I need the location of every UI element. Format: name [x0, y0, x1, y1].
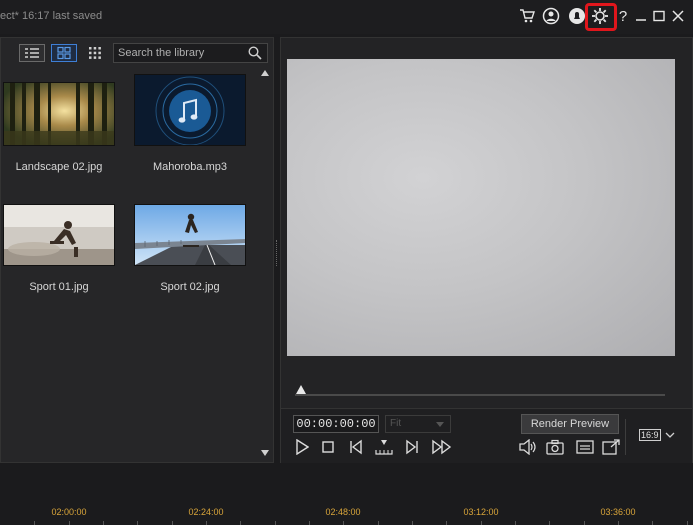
- tick-mark: [172, 521, 173, 525]
- account-icon[interactable]: [541, 6, 561, 26]
- scrubber-handle[interactable]: [296, 385, 306, 394]
- tick-mark: [446, 521, 447, 525]
- render-preview-button[interactable]: Render Preview: [521, 414, 619, 434]
- tick-mark: [412, 521, 413, 525]
- project-title: ect* 16:17 last saved: [0, 10, 103, 22]
- tick-mark: [652, 521, 653, 525]
- media-library-panel: Landscape 02.jpg Mahoroba.mp3 Sport 01.j…: [0, 37, 274, 463]
- previous-frame-icon[interactable]: [347, 438, 365, 456]
- timeline-tick-label: 02:00:00: [51, 507, 87, 517]
- aspect-ratio-label: 16:9: [641, 430, 659, 440]
- chevron-down-icon: [436, 422, 444, 427]
- tick-mark: [309, 521, 310, 525]
- tick-mark: [481, 521, 482, 525]
- tick-mark: [618, 521, 619, 525]
- preview-canvas: [287, 59, 675, 356]
- preview-panel: 00:00:00:00 Fit Render Preview 16:9: [280, 37, 693, 463]
- list-view-button[interactable]: [19, 44, 45, 62]
- tick-mark: [69, 521, 70, 525]
- aspect-ratio-chevron-icon[interactable]: [665, 429, 675, 443]
- tick-mark: [103, 521, 104, 525]
- library-search-input[interactable]: [118, 45, 243, 61]
- tick-mark: [137, 521, 138, 525]
- tick-mark: [343, 521, 344, 525]
- tick-mark: [206, 521, 207, 525]
- subtitle-icon[interactable]: [576, 438, 594, 456]
- tick-mark: [275, 521, 276, 525]
- tick-mark: [549, 521, 550, 525]
- timeline-tick-label: 03:36:00: [600, 507, 636, 517]
- preview-scrubber[interactable]: [295, 385, 665, 396]
- tick-mark: [584, 521, 585, 525]
- divider: [625, 419, 626, 455]
- library-item-label: Mahoroba.mp3: [153, 161, 227, 173]
- zoom-fit-dropdown[interactable]: Fit: [385, 415, 451, 433]
- search-icon[interactable]: [248, 46, 262, 63]
- tick-mark: [240, 521, 241, 525]
- title-bar: ect* 16:17 last saved ?: [0, 0, 693, 34]
- play-icon[interactable]: [293, 438, 311, 456]
- library-item-label: Sport 02.jpg: [160, 281, 220, 293]
- scroll-down-icon[interactable]: [261, 450, 269, 456]
- camera-icon[interactable]: [546, 438, 564, 456]
- timeline-tick-label: 02:48:00: [325, 507, 361, 517]
- volume-icon[interactable]: [519, 438, 537, 456]
- minimize-icon[interactable]: [631, 6, 651, 26]
- next-frame-icon[interactable]: [403, 438, 421, 456]
- timeline-ruler[interactable]: 02:00:00 02:24:00 02:48:00 03:12:00 03:3…: [0, 503, 693, 525]
- zoom-fit-label: Fit: [390, 418, 402, 429]
- timeline-tick-label: 03:12:00: [463, 507, 499, 517]
- timecode-display[interactable]: 00:00:00:00: [293, 415, 379, 433]
- snapshot-marker-icon[interactable]: [375, 438, 393, 456]
- library-search-box[interactable]: [113, 43, 268, 63]
- scroll-up-icon[interactable]: [261, 70, 269, 76]
- panel-splitter[interactable]: [276, 240, 279, 266]
- stop-icon[interactable]: [319, 438, 337, 456]
- library-scrollbar[interactable]: [260, 68, 270, 460]
- close-icon[interactable]: [668, 6, 688, 26]
- maximize-icon[interactable]: [649, 6, 669, 26]
- library-item-label: Landscape 02.jpg: [15, 161, 103, 173]
- library-toolbar: [1, 38, 273, 68]
- tick-mark: [34, 521, 35, 525]
- library-item-label: Sport 01.jpg: [29, 281, 89, 293]
- cart-icon[interactable]: [517, 6, 537, 26]
- fast-forward-icon[interactable]: [431, 438, 453, 456]
- tick-mark: [515, 521, 516, 525]
- playback-controls: 00:00:00:00 Fit Render Preview 16:9: [281, 408, 692, 463]
- library-item-thumbnail[interactable]: [4, 83, 114, 145]
- tick-mark: [687, 521, 688, 525]
- grid-size-icon[interactable]: [88, 46, 102, 63]
- tick-mark: [378, 521, 379, 525]
- library-item-thumbnail[interactable]: [135, 75, 245, 145]
- library-item-thumbnail[interactable]: [135, 205, 245, 265]
- thumbnail-view-button[interactable]: [51, 44, 77, 62]
- notification-icon[interactable]: [567, 6, 587, 26]
- library-item-thumbnail[interactable]: [4, 205, 114, 265]
- external-preview-icon[interactable]: [602, 438, 620, 456]
- help-icon[interactable]: ?: [613, 6, 633, 26]
- timeline-tick-label: 02:24:00: [188, 507, 224, 517]
- aspect-ratio-selector[interactable]: 16:9: [639, 429, 661, 441]
